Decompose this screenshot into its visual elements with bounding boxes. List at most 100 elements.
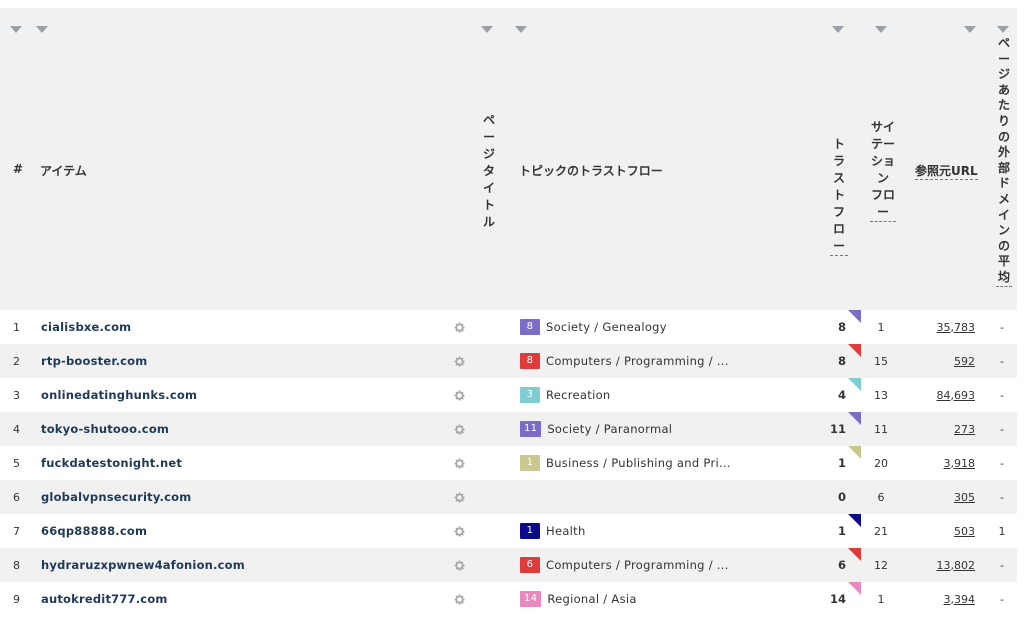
topic-tf-badge: 6: [520, 557, 540, 573]
sort-ref-icon[interactable]: [964, 26, 976, 33]
topic-cell: 1 Health: [520, 514, 586, 548]
topic-color-flag: [848, 344, 861, 357]
sort-site-tf-icon[interactable]: [875, 26, 887, 33]
citation-flow-value: 13: [874, 388, 888, 402]
avg-ext-domains-value: -: [1000, 456, 1004, 470]
row-number: 4: [13, 422, 20, 436]
sort-topic-icon[interactable]: [515, 26, 527, 33]
trust-flow-value: 4: [837, 388, 846, 402]
ref-urls-cell: 3,394: [905, 582, 976, 616]
header-item[interactable]: アイテム: [40, 162, 87, 179]
ref-urls-cell: 592: [905, 344, 975, 378]
topic-cell: 8 Society / Genealogy: [520, 310, 667, 344]
ref-urls-link[interactable]: 273: [954, 423, 975, 436]
citation-flow-value: 20: [874, 456, 888, 470]
sort-item-icon[interactable]: [36, 26, 48, 33]
trust-flow-value: 6: [837, 558, 846, 572]
topic-color-flag: [848, 548, 861, 561]
ref-urls-link[interactable]: 305: [954, 491, 975, 504]
item-domain-link[interactable]: autokredit777.com: [41, 582, 168, 616]
gear-icon[interactable]: [453, 446, 467, 480]
topic-label: Society / Genealogy: [546, 320, 667, 334]
trust-flow-value: 0: [837, 490, 846, 504]
item-domain-link[interactable]: 66qp88888.com: [41, 514, 147, 548]
topic-label: Regional / Asia: [547, 592, 637, 606]
avg-ext-domains-value: -: [1000, 558, 1004, 572]
trust-flow-value: 8: [837, 354, 846, 368]
header-page-title[interactable]: ページタイトル: [481, 112, 497, 231]
ref-urls-link[interactable]: 35,783: [937, 321, 976, 334]
item-domain-link[interactable]: globalvpnsecurity.com: [41, 480, 191, 514]
avg-ext-domains-value: -: [1000, 388, 1004, 402]
ref-urls-link[interactable]: 84,693: [937, 389, 976, 402]
item-domain-link[interactable]: cialisbxe.com: [41, 310, 131, 344]
ref-urls-cell: 273: [905, 412, 975, 446]
ref-urls-link[interactable]: 3,918: [944, 457, 976, 470]
header-topic-tf[interactable]: トピックのトラストフロー: [519, 162, 663, 179]
topic-label: Health: [546, 524, 586, 538]
avg-ext-domains-value: -: [1000, 320, 1004, 334]
citation-flow-value: 6: [877, 490, 885, 504]
gear-icon[interactable]: [453, 582, 467, 616]
ref-urls-cell: 35,783: [905, 310, 976, 344]
row-number: 7: [13, 524, 20, 538]
ref-urls-link[interactable]: 503: [954, 525, 975, 538]
gear-icon[interactable]: [453, 344, 467, 378]
item-domain-link[interactable]: fuckdatestonight.net: [41, 446, 182, 480]
topic-color-flag: [848, 446, 861, 459]
ref-urls-cell: 503: [905, 514, 975, 548]
citation-flow-value: 1: [877, 592, 885, 606]
topic-color-flag: [848, 378, 861, 391]
item-domain-link[interactable]: hydraruzxpwnew4afonion.com: [41, 548, 245, 582]
topic-label: Computers / Programming / ...: [546, 558, 729, 572]
header-site-tf[interactable]: サイ テー ションフロー: [870, 119, 896, 222]
table-row: 9 autokredit777.com 14 Regional / Asia 1…: [0, 582, 1017, 616]
topic-label: Computers / Programming / ...: [546, 354, 729, 368]
citation-flow-value: 1: [877, 320, 885, 334]
row-number: 2: [13, 354, 20, 368]
topic-cell: 6 Computers / Programming / ...: [520, 548, 729, 582]
item-domain-link[interactable]: tokyo-shutooo.com: [41, 412, 169, 446]
citation-flow-value: 11: [874, 422, 888, 436]
topic-cell: 1 Business / Publishing and Pri...: [520, 446, 731, 480]
trust-flow-value: 1: [837, 456, 846, 470]
topic-label: Recreation: [546, 388, 611, 402]
gear-icon[interactable]: [453, 310, 467, 344]
row-number: 6: [13, 490, 20, 504]
table-row: 7 66qp88888.com 1 Health 1 21 503 1: [0, 514, 1017, 548]
trust-flow-value: 14: [829, 592, 846, 606]
table-row: 1 cialisbxe.com 8 Society / Genealogy 8 …: [0, 310, 1017, 344]
gear-icon[interactable]: [453, 412, 467, 446]
ref-urls-link[interactable]: 592: [954, 355, 975, 368]
topic-tf-badge: 8: [520, 319, 540, 335]
topic-label: Society / Paranormal: [547, 422, 673, 436]
gear-icon[interactable]: [453, 378, 467, 412]
item-domain-link[interactable]: onlinedatinghunks.com: [41, 378, 197, 412]
ref-urls-cell: 305: [905, 480, 975, 514]
table-row: 4 tokyo-shutooo.com 11 Society / Paranor…: [0, 412, 1017, 446]
gear-icon[interactable]: [453, 480, 467, 514]
avg-ext-domains-value: 1: [998, 524, 1006, 538]
row-number: 3: [13, 388, 20, 402]
ref-urls-link[interactable]: 13,802: [937, 559, 976, 572]
item-domain-link[interactable]: rtp-booster.com: [41, 344, 147, 378]
header-avg-ext[interactable]: ページあたりの外部ドメインの平均: [996, 36, 1012, 287]
trust-flow-value: 8: [837, 320, 846, 334]
gear-icon[interactable]: [453, 548, 467, 582]
header-num[interactable]: #: [13, 162, 23, 176]
ref-urls-link[interactable]: 3,394: [944, 593, 976, 606]
header-ref-urls[interactable]: 参照元URL: [915, 162, 978, 180]
topic-color-flag: [848, 514, 861, 527]
topic-cell: 11 Society / Paranormal: [520, 412, 672, 446]
row-number: 9: [13, 592, 20, 606]
citation-flow-value: 12: [874, 558, 888, 572]
header-trust-flow[interactable]: トラストフロー: [830, 136, 848, 256]
sort-num-icon[interactable]: [10, 26, 22, 33]
sort-trust-flow-icon[interactable]: [832, 26, 844, 33]
sort-page-title-icon[interactable]: [481, 26, 493, 33]
trust-flow-value: 11: [829, 422, 846, 436]
sort-ext-icon[interactable]: [997, 26, 1009, 33]
gear-icon[interactable]: [453, 514, 467, 548]
table-row: 3 onlinedatinghunks.com 3 Recreation 4 1…: [0, 378, 1017, 412]
topic-color-flag: [848, 582, 861, 595]
